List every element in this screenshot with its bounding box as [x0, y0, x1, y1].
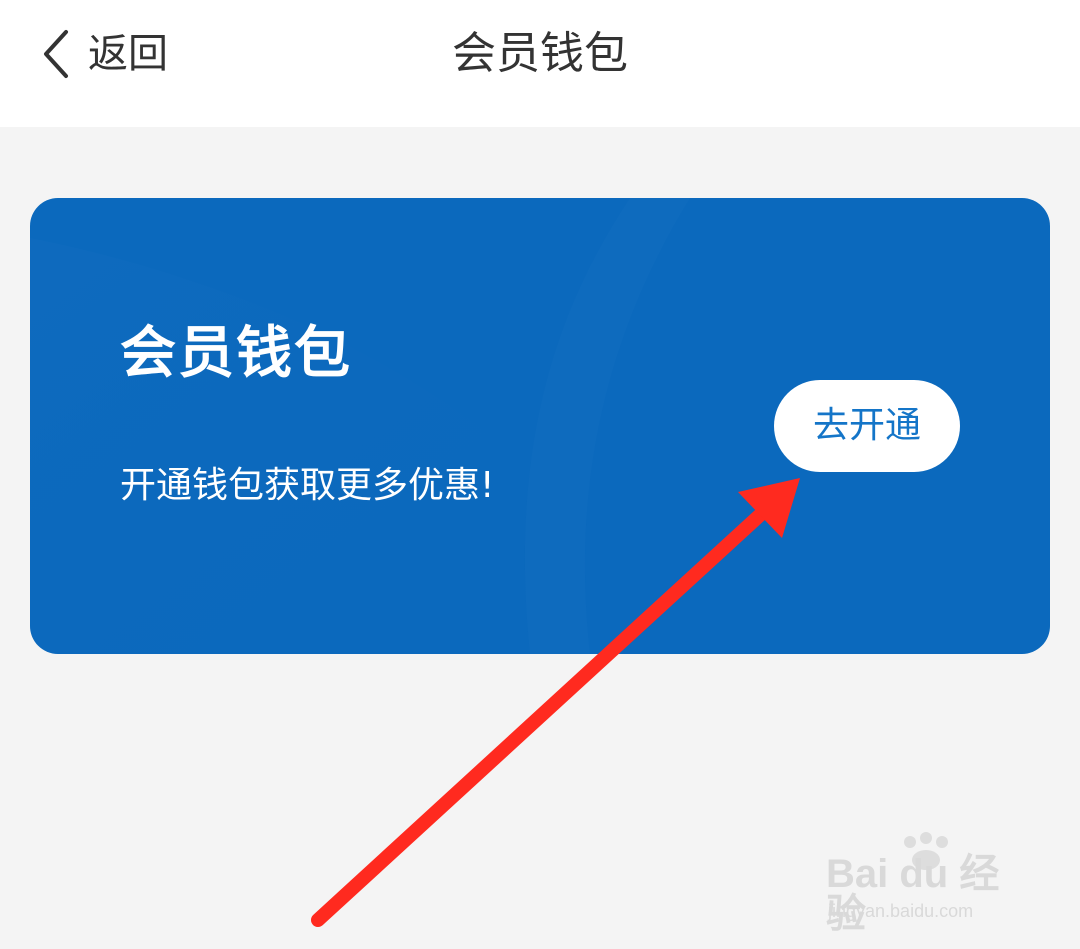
card-subtitle: 开通钱包获取更多优惠!: [120, 465, 495, 506]
wallet-card: 会员钱包 开通钱包获取更多优惠! 去开通: [30, 198, 1050, 654]
page: 返回 会员钱包 会员钱包 开通钱包获取更多优惠! 去开通 Bai du 经验 j…: [0, 0, 1080, 949]
watermark-brand: Bai du 经验: [826, 852, 1000, 936]
page-title: 会员钱包: [452, 28, 628, 79]
header-bar: 返回 会员钱包: [0, 0, 1080, 127]
watermark-url: jingyan.baidu.com: [828, 901, 974, 921]
card-title: 会员钱包: [120, 321, 352, 386]
watermark: Bai du 经验 jingyan.baidu.com: [826, 832, 1026, 934]
open-wallet-button[interactable]: 去开通: [774, 380, 960, 472]
